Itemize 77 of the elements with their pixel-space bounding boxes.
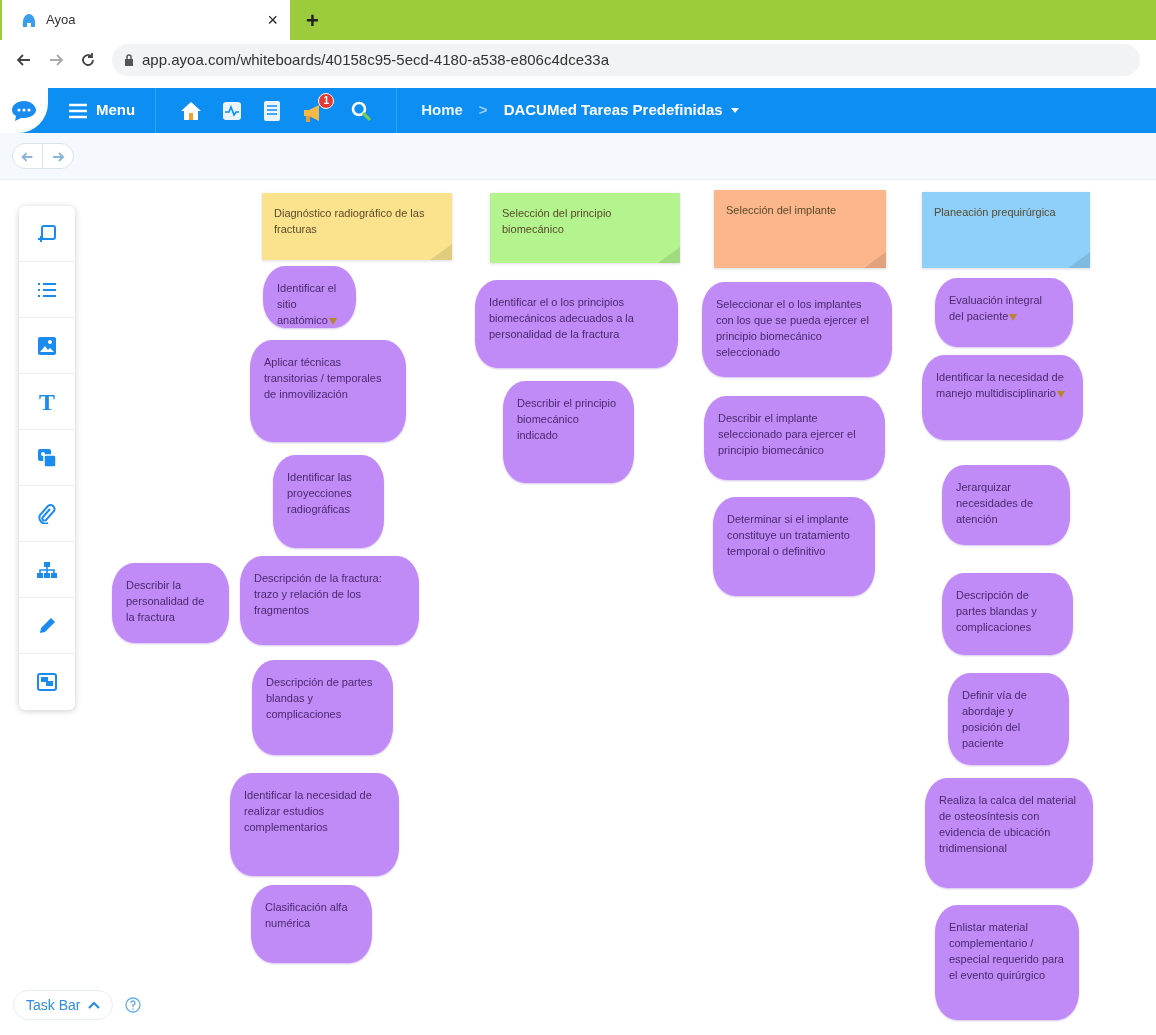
list-icon[interactable]	[37, 280, 57, 299]
card-text: Determinar si el implante constituye un tratamiento temporal o definitivo	[727, 513, 850, 557]
image-icon[interactable]	[38, 336, 56, 355]
idea-card[interactable]: Realiza la calca del material de osteosíntesis con evidencia de ubicación tridimensional	[925, 778, 1093, 888]
card-text: Descripción de partes blandas y complicaciones	[956, 589, 1037, 633]
card-text: Identificar la necesidad de realizar estudios complementarios	[244, 789, 372, 833]
idea-card[interactable]: Clasificación alfa numérica	[251, 885, 372, 963]
close-tab-button[interactable]: ×	[263, 6, 282, 34]
notes-icon[interactable]	[262, 99, 283, 122]
idea-card[interactable]: Seleccionar el o los implantes con los que se pueda ejercer el principio biomecánico seleccionado	[702, 282, 892, 377]
idea-card[interactable]: Describir el implante seleccionado para ejercer el principio biomecánico	[704, 396, 885, 480]
tab-title[interactable]: Ayoa	[46, 10, 256, 30]
card-text: Descripción de partes blandas y complicaciones	[266, 676, 373, 720]
new-tab-button[interactable]: +	[306, 3, 319, 37]
chat-icon[interactable]	[11, 99, 37, 122]
address-bar[interactable]: app.ayoa.com/whiteboards/40158c95-5ecd-4180-a538-e806c4dce33a	[112, 44, 1140, 76]
idea-card[interactable]: Descripción de partes blandas y complicaciones	[942, 573, 1073, 655]
card-text: Descripción de la fractura: trazo y relación de los fragmentos	[254, 572, 382, 616]
breadcrumb-separator: >	[478, 100, 488, 121]
add-note-icon[interactable]	[37, 223, 57, 244]
idea-card[interactable]: Jerarquizar necesidades de atención	[942, 465, 1070, 545]
card-text: Seleccionar el o los implantes con los que se pueda ejercer el principio biomecánico seleccionado	[716, 298, 869, 358]
card-text: Aplicar técnicas transitorias / temporales de inmovilización	[264, 356, 382, 400]
idea-card[interactable]: Descripción de partes blandas y complicaciones	[252, 660, 393, 755]
sticky-note[interactable]: Diagnóstico radiográfico de las fracturas	[262, 193, 452, 260]
url-text: app.ayoa.com/whiteboards/40158c95-5ecd-4180-a538-e806c4dce33a	[142, 49, 609, 70]
card-text: Describir el implante seleccionado para ejercer el principio biomecánico	[718, 412, 856, 456]
breadcrumb-home-link[interactable]: Home	[421, 99, 463, 122]
card-text: Describir el principio biomecánico indicado	[517, 397, 617, 441]
card-text: Evaluación integral del paciente	[949, 294, 1042, 322]
task-bar-button[interactable]: Task Bar	[13, 990, 114, 1020]
presentation-icon[interactable]	[37, 673, 57, 691]
text-tool[interactable]: T	[39, 383, 55, 420]
sticky-note[interactable]: Selección del implante	[714, 190, 886, 268]
pencil-icon[interactable]	[38, 616, 56, 635]
sticky-note[interactable]: Selección del principio biomecánico	[490, 193, 680, 263]
forward-icon[interactable]	[48, 52, 64, 68]
idea-card[interactable]: Identificar la necesidad de realizar estudios complementarios	[230, 773, 399, 876]
idea-card[interactable]: Identificar el o los principios biomecánicos adecuados a la personalidad de la fractura	[475, 280, 678, 368]
reload-icon[interactable]	[80, 52, 96, 68]
card-text: Enlistar material complementario / especial requerido para el evento quirúrgico	[949, 921, 1064, 981]
paperclip-icon[interactable]	[38, 503, 56, 524]
idea-card[interactable]: Identificar las proyecciones radiográficas	[273, 455, 384, 548]
caret-icon	[88, 1001, 101, 1009]
notification-badge: 1	[318, 92, 335, 109]
lock-icon	[124, 54, 134, 66]
search-icon[interactable]	[350, 99, 373, 122]
card-text: Jerarquizar necesidades de atención	[956, 481, 1034, 525]
help-icon[interactable]	[125, 997, 142, 1013]
app-logo-icon	[20, 11, 38, 29]
board-title-dropdown[interactable]: DACUMed Tareas Predefinidas	[503, 99, 739, 122]
card-text: Clasificación alfa numérica	[265, 901, 348, 929]
home-icon[interactable]	[180, 100, 203, 121]
card-text: Identificar la necesidad de manejo multidisciplinario	[936, 371, 1064, 399]
activity-icon[interactable]	[222, 100, 243, 121]
hierarchy-icon[interactable]	[37, 560, 57, 579]
back-icon[interactable]	[16, 52, 32, 68]
idea-card[interactable]: Identificar el sitio anatómico	[263, 266, 356, 328]
card-text: Identificar el sitio anatómico	[277, 282, 337, 326]
card-text: Definir vía de abordaje y posición del paciente	[962, 689, 1027, 749]
card-text: Realiza la calca del material de osteosíntesis con evidencia de ubicación tridimensional	[939, 794, 1076, 854]
idea-card[interactable]: Describir la personalidad de la fractura	[112, 563, 229, 643]
idea-card[interactable]: Evaluación integral del paciente	[935, 278, 1073, 347]
sticky-note[interactable]: Planeación prequirúrgica	[922, 192, 1090, 268]
idea-card[interactable]: Descripción de la fractura: trazo y relación de los fragmentos	[240, 556, 419, 645]
media-icon[interactable]	[37, 447, 57, 468]
card-text: Identificar las proyecciones radiográficas	[287, 471, 352, 515]
idea-card[interactable]: Describir el principio biomecánico indicado	[503, 381, 634, 483]
card-text: Describir la personalidad de la fractura	[126, 579, 205, 623]
idea-card[interactable]: Definir vía de abordaje y posición del paciente	[948, 673, 1069, 765]
idea-card[interactable]: Determinar si el implante constituye un tratamiento temporal o definitivo	[713, 497, 875, 596]
dropdown-caret-icon	[730, 108, 739, 113]
card-text: Identificar el o los principios biomecánicos adecuados a la personalidad de la fractura	[489, 296, 634, 340]
idea-card[interactable]: Enlistar material complementario / especial requerido para el evento quirúrgico	[935, 905, 1079, 1020]
menu-icon	[68, 102, 88, 119]
idea-card[interactable]: Identificar la necesidad de manejo multidisciplinario	[922, 355, 1083, 440]
idea-card[interactable]: Aplicar técnicas transitorias / temporales de inmovilización	[250, 340, 406, 442]
